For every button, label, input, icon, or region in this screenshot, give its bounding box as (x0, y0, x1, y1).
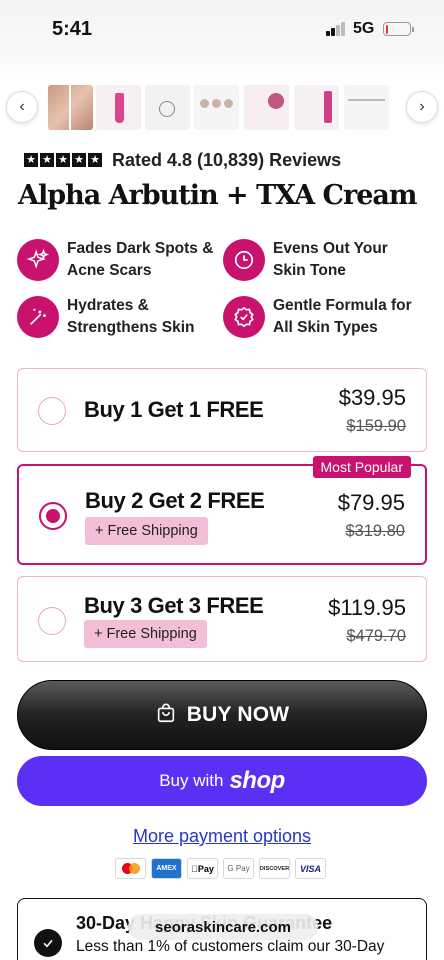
benefit-item: Hydrates & Strengthens Skin (17, 294, 217, 340)
buy-now-button[interactable]: BUY NOW (17, 680, 427, 750)
thumbnail-routine[interactable] (344, 85, 389, 130)
guarantee-badge-icon (34, 929, 62, 957)
offer-old-price: $319.80 (345, 522, 405, 540)
battery-level (385, 24, 388, 34)
benefit-line: All Skin Types (273, 319, 378, 336)
offer-option-3[interactable]: Buy 3 Get 3 FREE + Free Shipping $119.95… (17, 576, 427, 662)
payment-methods: AMEX Pay G Pay DISCOVER VISA (115, 858, 326, 880)
offer-old-price: $159.90 (346, 417, 406, 435)
benefit-item: Evens Out Your Skin Tone (223, 237, 423, 283)
offer-option-2[interactable]: Most Popular Buy 2 Get 2 FREE + Free Shi… (17, 456, 427, 565)
star-icon: ★ (72, 153, 86, 167)
status-bar: 5:41 5G (0, 0, 444, 80)
star-icon: ★ (56, 153, 70, 167)
guarantee-subtitle: Less than 1% of customers claim our 30-D… (76, 938, 385, 955)
benefit-item: Gentle Formula for All Skin Types (223, 294, 423, 340)
sparkle-icon (17, 239, 59, 281)
battery-icon (383, 22, 414, 36)
free-shipping-badge: + Free Shipping (84, 620, 207, 648)
star-icon: ★ (88, 153, 102, 167)
offer-price: $39.95 (338, 385, 406, 410)
offer-old-price: $479.70 (346, 627, 406, 645)
shop-pay-label: Buy with (159, 771, 224, 790)
benefit-line: Acne Scars (67, 262, 152, 279)
radio-button[interactable] (38, 397, 66, 425)
thumbnail-ingredients[interactable] (194, 85, 239, 130)
benefit-line: Hydrates & (67, 297, 149, 314)
clock-icon (223, 239, 265, 281)
free-shipping-badge: + Free Shipping (85, 517, 208, 545)
offer-price: $79.95 (337, 490, 405, 515)
offer-title: Buy 2 Get 2 FREE (85, 488, 265, 513)
offer-title: Buy 3 Get 3 FREE (84, 593, 264, 618)
network-label: 5G (353, 20, 375, 37)
star-icon: ★ (40, 153, 54, 167)
benefit-line: Evens Out Your (273, 240, 388, 257)
star-rating-icon: ★ ★ ★ ★ ★ (24, 153, 102, 167)
discover-icon: DISCOVER (259, 858, 290, 879)
thumbnail-model[interactable] (244, 85, 289, 130)
image-gallery: ‹ › (0, 84, 444, 132)
benefit-line: Fades Dark Spots & (67, 240, 214, 257)
radio-button[interactable] (38, 607, 66, 635)
shop-logo: shop (229, 767, 285, 794)
benefit-line: Gentle Formula for (273, 297, 412, 314)
visa-icon: VISA (295, 858, 326, 879)
offer-price: $119.95 (328, 595, 406, 620)
offer-option-1[interactable]: Buy 1 Get 1 FREE $39.95 $159.90 (17, 368, 427, 452)
chevron-left-icon[interactable]: ‹ (6, 91, 38, 123)
buy-now-label: BUY NOW (186, 703, 290, 726)
benefit-line: Strengthens Skin (67, 319, 195, 336)
benefit-item: Fades Dark Spots & Acne Scars (17, 237, 217, 283)
shop-pay-button[interactable]: Buy with shop (17, 756, 427, 806)
signal-icon (326, 22, 346, 36)
most-popular-badge: Most Popular (312, 456, 411, 478)
thumbnail-info[interactable] (145, 85, 190, 130)
apple-pay-label: Pay (194, 863, 214, 874)
chevron-right-icon[interactable]: › (406, 91, 438, 123)
rating-text: Rated 4.8 (10,839) Reviews (112, 149, 342, 170)
shopping-bag-icon (155, 702, 177, 729)
product-title: Alpha Arbutin + TXA Cream (18, 180, 417, 211)
radio-button-selected[interactable] (39, 502, 67, 530)
browser-url-pill[interactable]: seoraskincare.com (128, 914, 318, 940)
thumbnail-product-lineup[interactable] (294, 85, 339, 130)
magic-wand-icon (17, 296, 59, 338)
offer-title: Buy 1 Get 1 FREE (84, 397, 264, 422)
check-badge-icon (223, 296, 265, 338)
thumbnail-product[interactable] (96, 85, 141, 130)
status-time: 5:41 (52, 18, 93, 40)
mastercard-icon (115, 858, 146, 879)
star-icon: ★ (24, 153, 38, 167)
thumbnail-before-after[interactable] (48, 85, 93, 130)
rating[interactable]: ★ ★ ★ ★ ★ Rated 4.8 (10,839) Reviews (24, 148, 341, 172)
benefit-line: Skin Tone (273, 262, 346, 279)
apple-pay-icon: Pay (187, 858, 218, 879)
more-payment-options-link[interactable]: More payment options (0, 826, 444, 847)
amex-icon: AMEX (151, 858, 182, 879)
google-pay-icon: G Pay (223, 858, 254, 879)
